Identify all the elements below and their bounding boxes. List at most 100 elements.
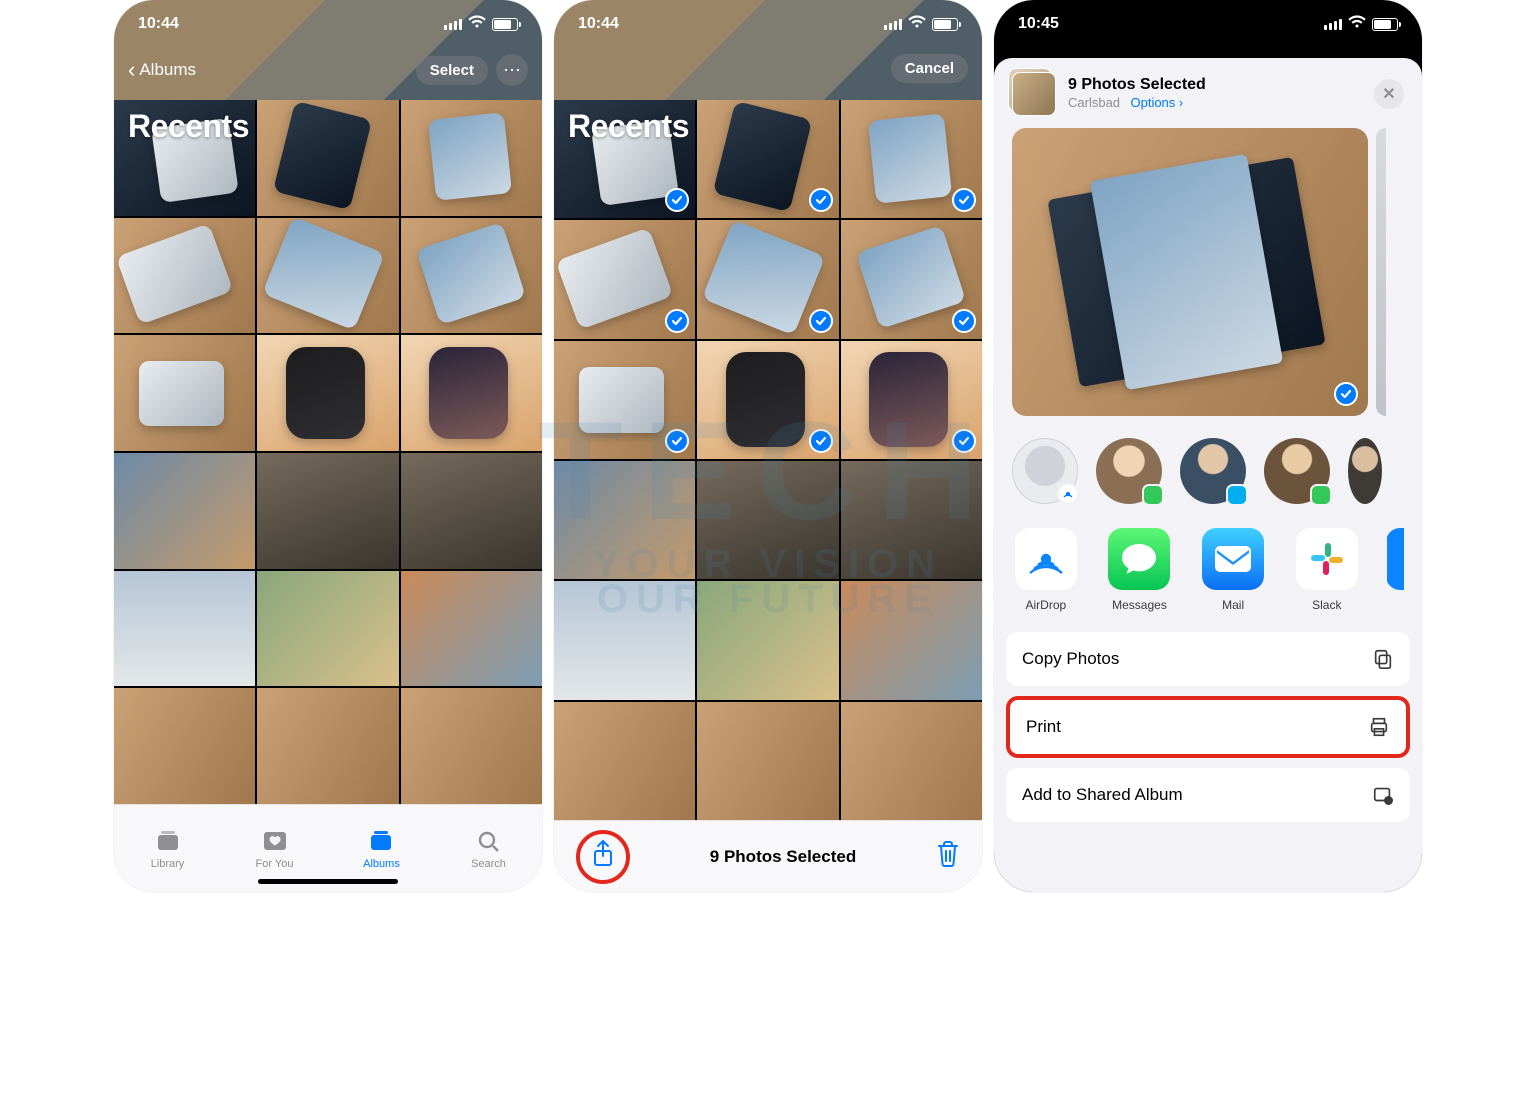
wifi-icon (908, 15, 926, 33)
photo-thumb[interactable] (697, 702, 838, 820)
printer-icon (1368, 716, 1390, 738)
tab-label: Albums (363, 858, 400, 870)
share-preview-stack (1012, 72, 1056, 116)
app-slack[interactable]: Slack (1293, 528, 1361, 612)
photo-thumb[interactable] (114, 453, 255, 569)
photo-thumb[interactable] (841, 581, 982, 699)
tab-library[interactable]: Library (114, 805, 221, 892)
back-albums-button[interactable]: ‹ Albums (128, 59, 196, 81)
selected-check-icon (809, 429, 833, 453)
app-row[interactable]: AirDrop Messages Mail (994, 522, 1422, 618)
photo-thumb[interactable] (841, 341, 982, 459)
selected-check-icon (665, 309, 689, 333)
photo-thumb[interactable] (114, 688, 255, 804)
photo-thumb[interactable] (841, 702, 982, 820)
contact-row[interactable] (994, 424, 1422, 522)
back-label: Albums (139, 60, 196, 80)
photo-thumb[interactable] (257, 218, 398, 334)
photo-thumb[interactable] (841, 100, 982, 218)
wifi-icon (1348, 15, 1366, 33)
photo-thumb[interactable] (114, 218, 255, 334)
status-time: 10:44 (138, 15, 179, 33)
photo-thumb[interactable] (697, 341, 838, 459)
mail-icon (1213, 544, 1253, 574)
photo-thumb[interactable] (257, 688, 398, 804)
messages-badge-icon (1310, 484, 1332, 506)
app-more-peek[interactable] (1387, 528, 1404, 612)
action-list-highlight: Print (1006, 696, 1410, 758)
photo-thumb[interactable] (257, 453, 398, 569)
action-print[interactable]: Print (1010, 700, 1406, 754)
photo-thumb[interactable] (554, 220, 695, 338)
contact-person[interactable] (1264, 438, 1330, 504)
photo-thumb[interactable] (697, 100, 838, 218)
photo-grid[interactable] (114, 100, 542, 804)
contact-person[interactable] (1096, 438, 1162, 504)
preview-scroller[interactable] (994, 128, 1422, 424)
photo-thumb[interactable] (554, 581, 695, 699)
photo-thumb[interactable] (257, 571, 398, 687)
photo-thumb[interactable] (841, 461, 982, 579)
app-label: Messages (1112, 598, 1167, 612)
photo-thumb[interactable] (554, 702, 695, 820)
trash-icon (936, 840, 960, 868)
app-airdrop[interactable]: AirDrop (1012, 528, 1080, 612)
photo-thumb[interactable] (257, 100, 398, 216)
more-button[interactable]: ⋯ (496, 54, 528, 86)
share-button[interactable] (591, 839, 615, 874)
app-messages[interactable]: Messages (1106, 528, 1174, 612)
contact-person[interactable] (1348, 438, 1382, 504)
delete-button[interactable] (936, 840, 960, 873)
photo-thumb[interactable] (257, 335, 398, 451)
chevron-left-icon: ‹ (128, 59, 135, 81)
shared-album-icon (1372, 784, 1394, 806)
photo-thumb[interactable] (401, 218, 542, 334)
cellular-icon (444, 19, 462, 30)
select-button[interactable]: Select (416, 56, 488, 85)
share-button-highlight (576, 830, 630, 884)
photo-thumb[interactable] (841, 220, 982, 338)
share-location: Carlsbad (1068, 95, 1120, 110)
photo-thumb[interactable] (114, 571, 255, 687)
preview-photo-peek[interactable] (1376, 128, 1386, 416)
album-title: Recents (128, 108, 249, 145)
tab-search[interactable]: Search (435, 805, 542, 892)
photo-thumb[interactable] (114, 335, 255, 451)
photo-thumb[interactable] (401, 100, 542, 216)
action-label: Copy Photos (1022, 649, 1119, 669)
home-indicator[interactable] (258, 879, 398, 884)
photo-grid[interactable] (554, 100, 982, 820)
share-sheet: 9 Photos Selected Carlsbad Options › ✕ (994, 58, 1422, 892)
photo-thumb[interactable] (401, 688, 542, 804)
options-button[interactable]: Options › (1130, 95, 1183, 110)
action-label: Add to Shared Album (1022, 785, 1183, 805)
selected-check-icon (952, 309, 976, 333)
messages-icon (1120, 542, 1158, 576)
photo-thumb[interactable] (697, 581, 838, 699)
share-header: 9 Photos Selected Carlsbad Options › ✕ (994, 72, 1422, 128)
tab-label: For You (256, 858, 294, 870)
selected-check-icon (1334, 382, 1358, 406)
cancel-button[interactable]: Cancel (891, 54, 968, 83)
photo-thumb[interactable] (401, 571, 542, 687)
tab-label: Search (471, 858, 506, 870)
slack-icon (1307, 539, 1347, 579)
preview-photo[interactable] (1012, 128, 1368, 416)
photo-thumb[interactable] (554, 341, 695, 459)
action-copy-photos[interactable]: Copy Photos (1006, 632, 1410, 686)
battery-icon (1372, 18, 1398, 31)
photo-thumb[interactable] (554, 461, 695, 579)
status-bar: 10:45 (994, 0, 1422, 48)
contact-airdrop-device[interactable] (1012, 438, 1078, 504)
contact-person[interactable] (1180, 438, 1246, 504)
action-list: Add to Shared Album (1006, 768, 1410, 822)
action-list: Copy Photos (1006, 632, 1410, 686)
photo-thumb[interactable] (401, 335, 542, 451)
photo-thumb[interactable] (697, 220, 838, 338)
app-mail[interactable]: Mail (1199, 528, 1267, 612)
status-bar: 10:44 (554, 0, 982, 48)
action-add-shared-album[interactable]: Add to Shared Album (1006, 768, 1410, 822)
close-button[interactable]: ✕ (1374, 79, 1404, 109)
photo-thumb[interactable] (697, 461, 838, 579)
photo-thumb[interactable] (401, 453, 542, 569)
